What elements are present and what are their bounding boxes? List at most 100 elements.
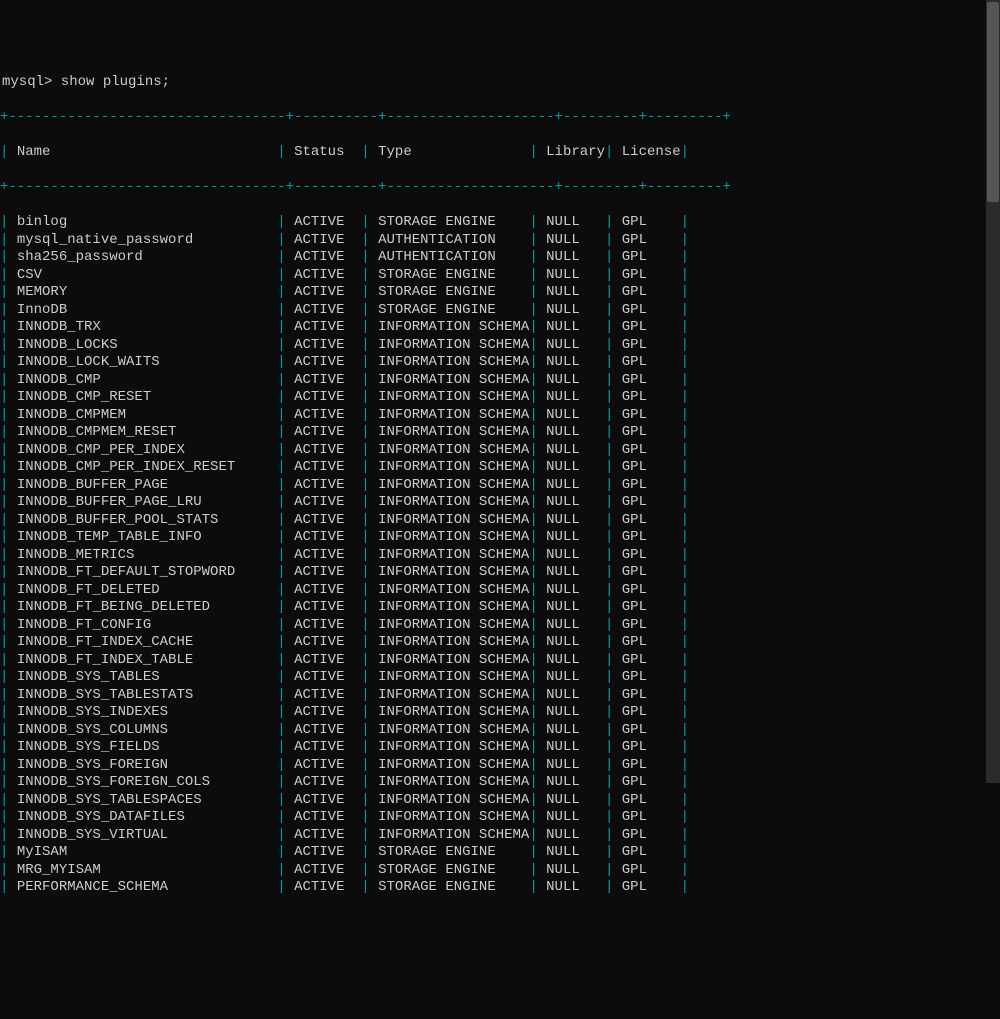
table-row: | INNODB_SYS_INDEXES | ACTIVE | INFORMAT… (0, 704, 1000, 722)
cell-name: binlog (17, 214, 277, 230)
cell-license: GPL (622, 354, 681, 370)
cell-name: INNODB_SYS_COLUMNS (17, 722, 277, 738)
table-row: | INNODB_LOCK_WAITS | ACTIVE | INFORMATI… (0, 354, 1000, 372)
cell-type: INFORMATION SCHEMA (378, 617, 529, 633)
cell-status: ACTIVE (294, 652, 361, 668)
cell-license: GPL (622, 249, 681, 265)
cell-status: ACTIVE (294, 407, 361, 423)
table-row: | INNODB_CMP_PER_INDEX | ACTIVE | INFORM… (0, 442, 1000, 460)
cell-status: ACTIVE (294, 284, 361, 300)
cell-status: ACTIVE (294, 827, 361, 843)
cell-status: ACTIVE (294, 844, 361, 860)
cell-license: GPL (622, 284, 681, 300)
table-row: | INNODB_FT_INDEX_TABLE | ACTIVE | INFOR… (0, 652, 1000, 670)
cell-type: INFORMATION SCHEMA (378, 809, 529, 825)
cell-license: GPL (622, 669, 681, 685)
table-row: | INNODB_SYS_TABLES | ACTIVE | INFORMATI… (0, 669, 1000, 687)
cell-library: NULL (546, 249, 605, 265)
cell-license: GPL (622, 494, 681, 510)
cell-type: INFORMATION SCHEMA (378, 669, 529, 685)
cell-library: NULL (546, 582, 605, 598)
cell-license: GPL (622, 389, 681, 405)
cell-status: ACTIVE (294, 372, 361, 388)
cell-type: INFORMATION SCHEMA (378, 652, 529, 668)
table-sep-header: +---------------------------------+-----… (0, 179, 1000, 197)
cell-name: INNODB_FT_DEFAULT_STOPWORD (17, 564, 277, 580)
cell-status: ACTIVE (294, 669, 361, 685)
table-row: | INNODB_FT_INDEX_CACHE | ACTIVE | INFOR… (0, 634, 1000, 652)
cell-name: mysql_native_password (17, 232, 277, 248)
cell-type: INFORMATION SCHEMA (378, 459, 529, 475)
cell-license: GPL (622, 529, 681, 545)
cell-license: GPL (622, 582, 681, 598)
table-row: | INNODB_FT_DELETED | ACTIVE | INFORMATI… (0, 582, 1000, 600)
cell-license: GPL (622, 564, 681, 580)
cell-library: NULL (546, 687, 605, 703)
cell-type: INFORMATION SCHEMA (378, 424, 529, 440)
vertical-scrollbar[interactable] (986, 0, 1000, 783)
cell-name: INNODB_BUFFER_PAGE_LRU (17, 494, 277, 510)
cell-license: GPL (622, 879, 681, 895)
table-row: | INNODB_FT_DEFAULT_STOPWORD | ACTIVE | … (0, 564, 1000, 582)
cell-license: GPL (622, 687, 681, 703)
cell-library: NULL (546, 634, 605, 650)
table-row: | binlog | ACTIVE | STORAGE ENGINE | NUL… (0, 214, 1000, 232)
col-header-license: License (622, 144, 681, 160)
cell-type: INFORMATION SCHEMA (378, 704, 529, 720)
cell-license: GPL (622, 337, 681, 353)
cell-library: NULL (546, 424, 605, 440)
cell-license: GPL (622, 442, 681, 458)
cell-name: INNODB_CMP_RESET (17, 389, 277, 405)
table-body: | binlog | ACTIVE | STORAGE ENGINE | NUL… (0, 214, 1000, 897)
cell-type: INFORMATION SCHEMA (378, 337, 529, 353)
cell-name: INNODB_FT_CONFIG (17, 617, 277, 633)
col-header-name: Name (17, 144, 277, 160)
cell-name: INNODB_CMP_PER_INDEX (17, 442, 277, 458)
cell-library: NULL (546, 862, 605, 878)
cell-status: ACTIVE (294, 354, 361, 370)
cell-name: InnoDB (17, 302, 277, 318)
cell-name: PERFORMANCE_SCHEMA (17, 879, 277, 895)
cell-name: INNODB_CMP (17, 372, 277, 388)
cell-status: ACTIVE (294, 319, 361, 335)
cell-name: sha256_password (17, 249, 277, 265)
cell-license: GPL (622, 599, 681, 615)
cell-license: GPL (622, 302, 681, 318)
table-row: | INNODB_FT_BEING_DELETED | ACTIVE | INF… (0, 599, 1000, 617)
cell-name: INNODB_SYS_TABLESPACES (17, 792, 277, 808)
cell-status: ACTIVE (294, 564, 361, 580)
cell-library: NULL (546, 232, 605, 248)
table-row: | MyISAM | ACTIVE | STORAGE ENGINE | NUL… (0, 844, 1000, 862)
scrollbar-thumb[interactable] (987, 2, 999, 202)
cell-status: ACTIVE (294, 389, 361, 405)
cell-library: NULL (546, 844, 605, 860)
table-row: | INNODB_BUFFER_POOL_STATS | ACTIVE | IN… (0, 512, 1000, 530)
cell-type: INFORMATION SCHEMA (378, 407, 529, 423)
cell-status: ACTIVE (294, 477, 361, 493)
cell-library: NULL (546, 792, 605, 808)
table-row: | INNODB_CMPMEM_RESET | ACTIVE | INFORMA… (0, 424, 1000, 442)
cell-status: ACTIVE (294, 757, 361, 773)
cell-name: INNODB_BUFFER_PAGE (17, 477, 277, 493)
table-header-row: | Name | Status | Type | Library| Licens… (0, 144, 1000, 162)
cell-name: INNODB_TRX (17, 319, 277, 335)
cell-name: INNODB_CMPMEM_RESET (17, 424, 277, 440)
col-header-type: Type (378, 144, 529, 160)
cell-library: NULL (546, 599, 605, 615)
cell-license: GPL (622, 844, 681, 860)
cell-status: ACTIVE (294, 809, 361, 825)
cell-library: NULL (546, 459, 605, 475)
cell-type: INFORMATION SCHEMA (378, 564, 529, 580)
cell-name: INNODB_SYS_INDEXES (17, 704, 277, 720)
cell-type: STORAGE ENGINE (378, 302, 529, 318)
cell-license: GPL (622, 739, 681, 755)
cell-library: NULL (546, 214, 605, 230)
cell-status: ACTIVE (294, 582, 361, 598)
cell-library: NULL (546, 529, 605, 545)
cell-library: NULL (546, 774, 605, 790)
cell-name: INNODB_SYS_FOREIGN (17, 757, 277, 773)
table-row: | INNODB_CMPMEM | ACTIVE | INFORMATION S… (0, 407, 1000, 425)
cell-library: NULL (546, 547, 605, 563)
cell-status: ACTIVE (294, 739, 361, 755)
cell-license: GPL (622, 809, 681, 825)
